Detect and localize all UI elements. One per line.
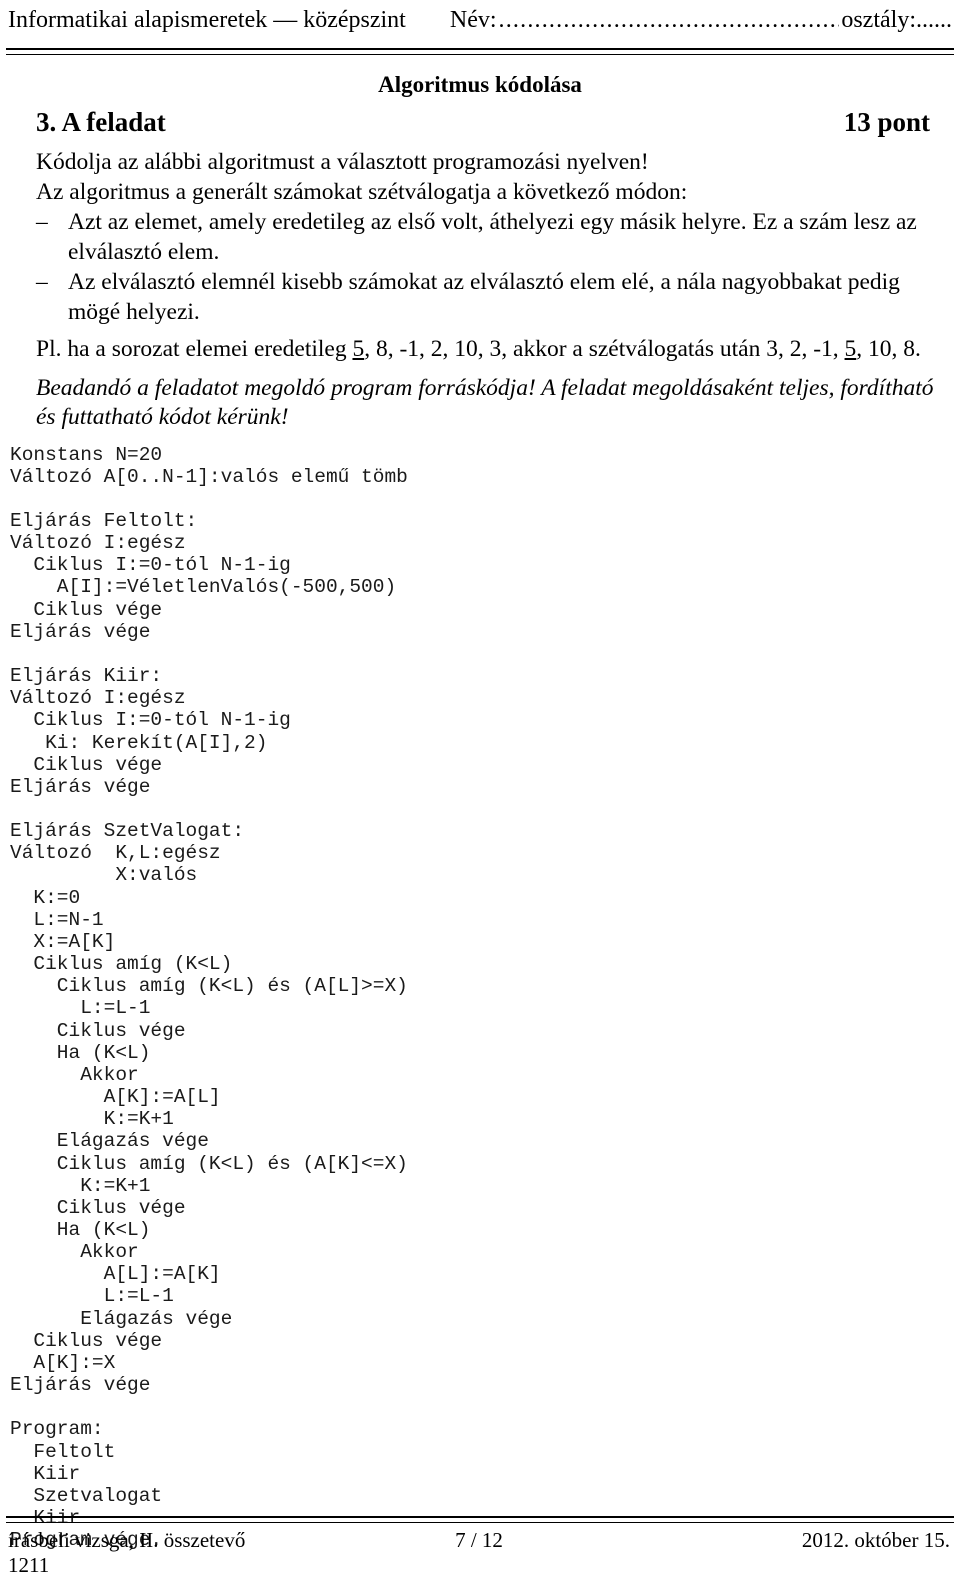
task-points: 13 pont [843, 107, 930, 137]
name-label: Név: [449, 7, 497, 33]
page-title: Algoritmus kódolása [378, 72, 582, 97]
example-pivot-after: 5 [844, 336, 857, 362]
dash-bullet-icon: – [36, 269, 48, 295]
list-item: – Az elválasztó elemnél kisebb számokat … [36, 267, 934, 327]
example-suffix: , 10, 8. [856, 336, 921, 362]
instruction-line-2: Az algoritmus a generált számokat szétvá… [36, 179, 688, 205]
example-line: Pl. ha a sorozat elemei eredetileg 5, 8,… [36, 334, 934, 364]
submission-note: Beadandó a feladatot megoldó program for… [36, 375, 934, 430]
footer-exam-type: írásbeli vizsga, II. összetevő [8, 1528, 246, 1552]
example-pivot-before: 5 [352, 336, 365, 362]
task-header-row: 3. A feladat 13 pont [36, 107, 930, 137]
exam-page: Informatikai alapismeretek — középszint … [0, 0, 960, 1577]
subject-title: Informatikai alapismeretek — középszint [8, 7, 406, 33]
header-divider [6, 48, 954, 55]
instruction-line-1: Kódolja az alábbi algoritmust a választo… [36, 149, 649, 175]
footer-divider [6, 1516, 954, 1523]
task-number: 3. A feladat [36, 107, 166, 137]
dash-bullet-icon: – [36, 209, 48, 235]
page-footer: írásbeli vizsga, II. összetevő 7 / 12 20… [8, 1528, 950, 1578]
pseudocode-block: Konstans N=20 Változó A[0..N-1]:valós el… [10, 443, 408, 1552]
task-description: Kódolja az alábbi algoritmust a választo… [36, 147, 934, 432]
name-field-group: Név: ...................................… [450, 6, 952, 34]
example-prefix: Pl. ha a sorozat elemei eredetileg [36, 336, 353, 362]
footer-main-row: írásbeli vizsga, II. összetevő 7 / 12 20… [8, 1528, 950, 1553]
class-label: osztály:...... [841, 7, 952, 33]
footer-date: 2012. október 15. [801, 1528, 950, 1552]
footer-paper-code: 1211 [8, 1553, 50, 1577]
example-middle: , 8, -1, 2, 10, 3, akkor a szétválogatás… [364, 336, 845, 362]
running-header: Informatikai alapismeretek — középszint … [8, 6, 952, 34]
list-item-text: Az elválasztó elemnél kisebb számokat az… [68, 269, 900, 325]
list-item: – Azt az elemet, amely eredetileg az els… [36, 207, 934, 267]
algorithm-steps-list: – Azt az elemet, amely eredetileg az els… [36, 207, 934, 327]
list-item-text: Azt az elemet, amely eredetileg az első … [68, 209, 917, 265]
name-dotted-line: ........................................… [498, 7, 840, 33]
